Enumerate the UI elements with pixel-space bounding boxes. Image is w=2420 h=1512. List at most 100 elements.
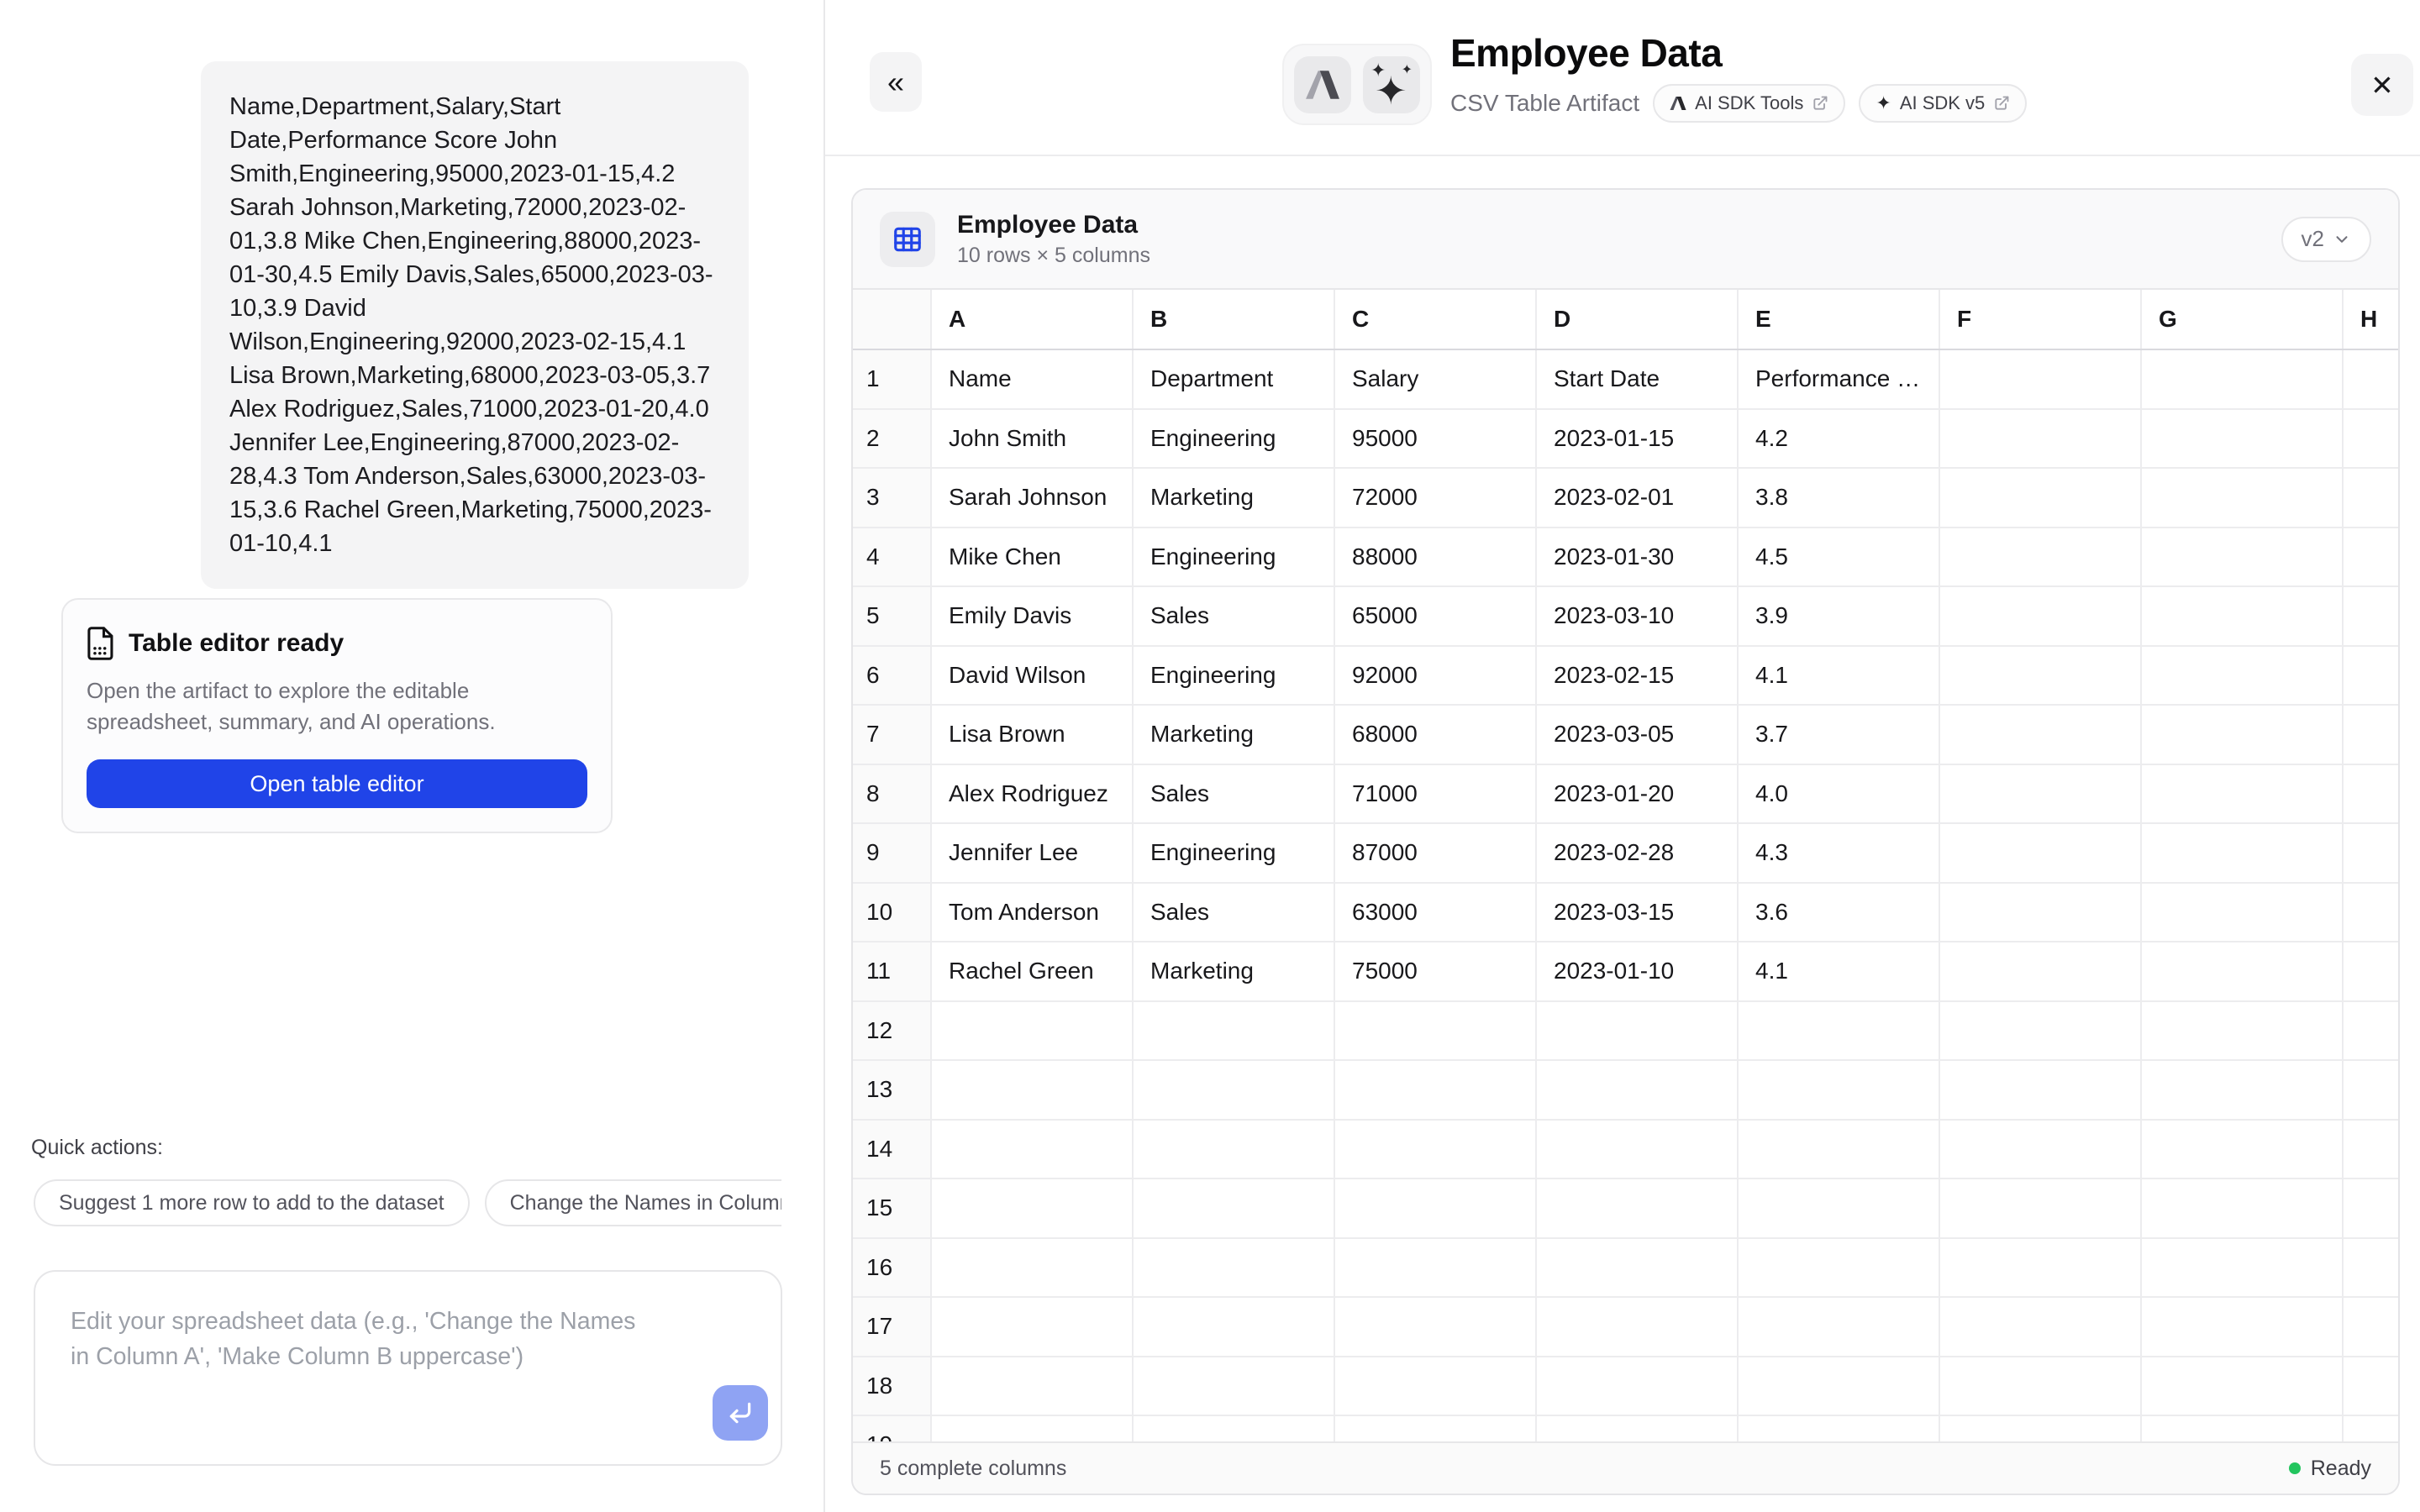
row-number-8[interactable]: 8	[853, 765, 932, 823]
cell-E6[interactable]: 4.1	[1739, 647, 1940, 705]
cell-F12[interactable]	[1940, 1002, 2142, 1060]
cell-B12[interactable]	[1134, 1002, 1335, 1060]
cell-A2[interactable]: John Smith	[932, 410, 1134, 468]
cell-A9[interactable]: Jennifer Lee	[932, 824, 1134, 882]
cell-A4[interactable]: Mike Chen	[932, 528, 1134, 586]
row-number-1[interactable]: 1	[853, 350, 932, 408]
cell-G6[interactable]	[2142, 647, 2344, 705]
cell-H13[interactable]	[2344, 1061, 2398, 1119]
cell-C8[interactable]: 71000	[1335, 765, 1537, 823]
row-number-12[interactable]: 12	[853, 1002, 932, 1060]
cell-E9[interactable]: 4.3	[1739, 824, 1940, 882]
cell-B6[interactable]: Engineering	[1134, 647, 1335, 705]
cell-D14[interactable]	[1537, 1121, 1739, 1179]
cell-D16[interactable]	[1537, 1239, 1739, 1297]
cell-H12[interactable]	[2344, 1002, 2398, 1060]
cell-D4[interactable]: 2023-01-30	[1537, 528, 1739, 586]
cell-A14[interactable]	[932, 1121, 1134, 1179]
cell-A3[interactable]: Sarah Johnson	[932, 469, 1134, 527]
cell-F16[interactable]	[1940, 1239, 2142, 1297]
cell-B4[interactable]: Engineering	[1134, 528, 1335, 586]
column-header-G[interactable]: G	[2142, 290, 2344, 349]
cell-E13[interactable]	[1739, 1061, 1940, 1119]
cell-H14[interactable]	[2344, 1121, 2398, 1179]
version-selector[interactable]: v2	[2281, 217, 2371, 262]
cell-E14[interactable]	[1739, 1121, 1940, 1179]
cell-B10[interactable]: Sales	[1134, 884, 1335, 942]
cell-A11[interactable]: Rachel Green	[932, 942, 1134, 1000]
cell-D11[interactable]: 2023-01-10	[1537, 942, 1739, 1000]
cell-H6[interactable]	[2344, 647, 2398, 705]
cell-D13[interactable]	[1537, 1061, 1739, 1119]
cell-B3[interactable]: Marketing	[1134, 469, 1335, 527]
cell-B15[interactable]	[1134, 1179, 1335, 1237]
cell-H8[interactable]	[2344, 765, 2398, 823]
cell-E2[interactable]: 4.2	[1739, 410, 1940, 468]
cell-D1[interactable]: Start Date	[1537, 350, 1739, 408]
row-number-10[interactable]: 10	[853, 884, 932, 942]
cell-G2[interactable]	[2142, 410, 2344, 468]
cell-F15[interactable]	[1940, 1179, 2142, 1237]
cell-H1[interactable]	[2344, 350, 2398, 408]
cell-D3[interactable]: 2023-02-01	[1537, 469, 1739, 527]
cell-C17[interactable]	[1335, 1298, 1537, 1356]
cell-C4[interactable]: 88000	[1335, 528, 1537, 586]
cell-F5[interactable]	[1940, 587, 2142, 645]
cell-B7[interactable]: Marketing	[1134, 706, 1335, 764]
cell-F18[interactable]	[1940, 1357, 2142, 1415]
composer[interactable]: Edit your spreadsheet data (e.g., 'Chang…	[34, 1270, 782, 1466]
cell-D12[interactable]	[1537, 1002, 1739, 1060]
quick-action-change-names[interactable]: Change the Names in Column A	[485, 1179, 781, 1226]
cell-H10[interactable]	[2344, 884, 2398, 942]
cell-B13[interactable]	[1134, 1061, 1335, 1119]
cell-G17[interactable]	[2142, 1298, 2344, 1356]
cell-A5[interactable]: Emily Davis	[932, 587, 1134, 645]
cell-F11[interactable]	[1940, 942, 2142, 1000]
badge-ai-sdk-tools[interactable]: AI SDK Tools	[1653, 84, 1845, 123]
cell-B8[interactable]: Sales	[1134, 765, 1335, 823]
cell-G18[interactable]	[2142, 1357, 2344, 1415]
cell-A1[interactable]: Name	[932, 350, 1134, 408]
cell-G8[interactable]	[2142, 765, 2344, 823]
cell-D17[interactable]	[1537, 1298, 1739, 1356]
column-header-E[interactable]: E	[1739, 290, 1940, 349]
cell-E7[interactable]: 3.7	[1739, 706, 1940, 764]
cell-D2[interactable]: 2023-01-15	[1537, 410, 1739, 468]
column-header-A[interactable]: A	[932, 290, 1134, 349]
cell-E3[interactable]: 3.8	[1739, 469, 1940, 527]
cell-F4[interactable]	[1940, 528, 2142, 586]
cell-E1[interactable]: Performance Score	[1739, 350, 1940, 408]
cell-E19[interactable]	[1739, 1416, 1940, 1441]
cell-F14[interactable]	[1940, 1121, 2142, 1179]
cell-H5[interactable]	[2344, 587, 2398, 645]
cell-C19[interactable]	[1335, 1416, 1537, 1441]
close-artifact-button[interactable]: ✕	[2351, 54, 2413, 116]
cell-C16[interactable]	[1335, 1239, 1537, 1297]
cell-G3[interactable]	[2142, 469, 2344, 527]
cell-D19[interactable]	[1537, 1416, 1739, 1441]
cell-F10[interactable]	[1940, 884, 2142, 942]
cell-D18[interactable]	[1537, 1357, 1739, 1415]
cell-D8[interactable]: 2023-01-20	[1537, 765, 1739, 823]
cell-D9[interactable]: 2023-02-28	[1537, 824, 1739, 882]
cell-B2[interactable]: Engineering	[1134, 410, 1335, 468]
cell-B19[interactable]	[1134, 1416, 1335, 1441]
row-number-9[interactable]: 9	[853, 824, 932, 882]
cell-A8[interactable]: Alex Rodriguez	[932, 765, 1134, 823]
cell-H4[interactable]	[2344, 528, 2398, 586]
cell-G9[interactable]	[2142, 824, 2344, 882]
cell-C14[interactable]	[1335, 1121, 1537, 1179]
cell-H15[interactable]	[2344, 1179, 2398, 1237]
cell-F8[interactable]	[1940, 765, 2142, 823]
cell-D5[interactable]: 2023-03-10	[1537, 587, 1739, 645]
column-header-H[interactable]: H	[2344, 290, 2398, 349]
cell-G16[interactable]	[2142, 1239, 2344, 1297]
cell-C18[interactable]	[1335, 1357, 1537, 1415]
row-number-5[interactable]: 5	[853, 587, 932, 645]
cell-E5[interactable]: 3.9	[1739, 587, 1940, 645]
cell-B9[interactable]: Engineering	[1134, 824, 1335, 882]
row-number-6[interactable]: 6	[853, 647, 932, 705]
cell-C11[interactable]: 75000	[1335, 942, 1537, 1000]
row-number-18[interactable]: 18	[853, 1357, 932, 1415]
cell-G15[interactable]	[2142, 1179, 2344, 1237]
